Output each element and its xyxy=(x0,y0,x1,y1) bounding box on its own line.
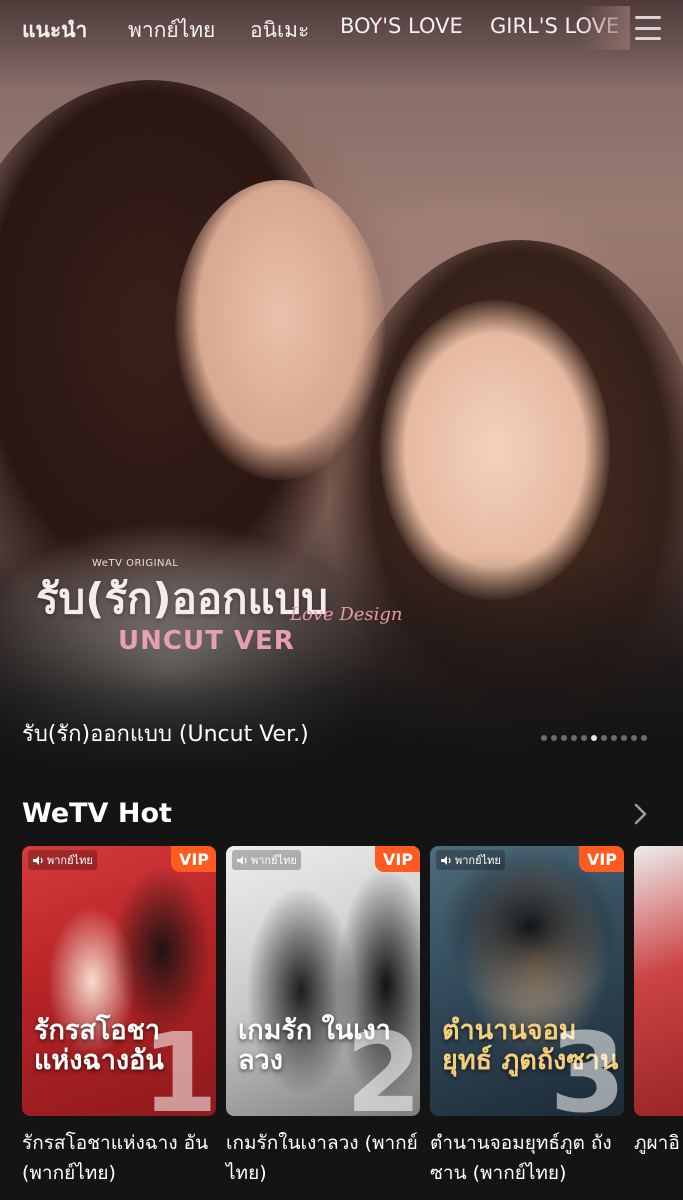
speaker-icon xyxy=(441,855,451,865)
hero-caption[interactable]: รับ(รัก)ออกแบบ (Uncut Ver.) xyxy=(22,716,309,751)
hero-banner[interactable]: WeTV ORIGINAL รับ(รัก)ออกแบบ Love Design… xyxy=(0,0,683,770)
section-title: WeTV Hot xyxy=(22,798,172,829)
nav-overflow-fade xyxy=(580,6,630,50)
speaker-icon xyxy=(237,855,247,865)
hero-art-face xyxy=(175,180,385,480)
nav-tab-recommended[interactable]: แนะนำ xyxy=(22,14,87,47)
content-card[interactable]: ภูผาอิ xyxy=(634,846,683,1158)
carousel-dot[interactable] xyxy=(591,735,597,741)
content-card[interactable]: พากย์ไทย VIP รักรสโอชา แห่งฉางอัน 1 รักร… xyxy=(22,846,216,1188)
carousel-dot[interactable] xyxy=(631,735,637,741)
rank-number: 1 xyxy=(141,1009,216,1116)
nav-tab-boys-love[interactable]: BOY'S LOVE xyxy=(340,14,463,38)
rank-number: 2 xyxy=(345,1009,420,1116)
card-title[interactable]: เกมรักในเงาลวง (พากย์ไทย) xyxy=(226,1128,420,1188)
hero-logo-script: Love Design xyxy=(290,604,403,625)
carousel-dot[interactable] xyxy=(641,735,647,741)
poster-image[interactable]: พากย์ไทย VIP เกมรัก ในเงาลวง 2 xyxy=(226,846,420,1116)
card-title[interactable]: ตำนานจอมยุทธ์ภูต ถังซาน (พากย์ไทย) xyxy=(430,1128,624,1188)
carousel-dot[interactable] xyxy=(621,735,627,741)
dub-label: พากย์ไทย xyxy=(251,854,297,867)
content-card[interactable]: พากย์ไทย VIP ตำนานจอมยุทธ์ ภูตถังซาน 3 ต… xyxy=(430,846,624,1188)
menu-icon[interactable] xyxy=(635,16,661,40)
carousel-dot[interactable] xyxy=(601,735,607,741)
content-card[interactable]: พากย์ไทย VIP เกมรัก ในเงาลวง 2 เกมรักในเ… xyxy=(226,846,420,1188)
thai-dub-badge: พากย์ไทย xyxy=(28,850,97,870)
rank-number: 3 xyxy=(549,1009,624,1116)
poster-image[interactable] xyxy=(634,846,683,1116)
carousel-dot[interactable] xyxy=(571,735,577,741)
nav-tab-anime[interactable]: อนิเมะ xyxy=(250,14,309,47)
top-navigation: แนะนำ พากย์ไทย อนิเมะ BOY'S LOVE GIRL'S … xyxy=(0,0,683,56)
thai-dub-badge: พากย์ไทย xyxy=(436,850,505,870)
nav-tab-thai-dub[interactable]: พากย์ไทย xyxy=(128,14,215,47)
card-title[interactable]: ภูผาอิ xyxy=(634,1128,683,1158)
vip-badge: VIP xyxy=(578,846,624,872)
carousel-dot[interactable] xyxy=(561,735,567,741)
hero-logo-title: รับ(รัก)ออกแบบ xyxy=(36,574,328,623)
dub-label: พากย์ไทย xyxy=(47,854,93,867)
card-title[interactable]: รักรสโอชาแห่งฉาง อัน (พากย์ไทย) xyxy=(22,1128,216,1188)
chevron-right-icon[interactable] xyxy=(628,800,652,828)
carousel-dot[interactable] xyxy=(581,735,587,741)
dub-label: พากย์ไทย xyxy=(455,854,501,867)
poster-image[interactable]: พากย์ไทย VIP ตำนานจอมยุทธ์ ภูตถังซาน 3 xyxy=(430,846,624,1116)
poster-image[interactable]: พากย์ไทย VIP รักรสโอชา แห่งฉางอัน 1 xyxy=(22,846,216,1116)
carousel-dot[interactable] xyxy=(551,735,557,741)
carousel-indicator xyxy=(541,735,647,741)
carousel-dot[interactable] xyxy=(541,735,547,741)
hero-logo-version: UNCUT VER xyxy=(118,626,295,656)
carousel-dot[interactable] xyxy=(611,735,617,741)
thai-dub-badge: พากย์ไทย xyxy=(232,850,301,870)
vip-badge: VIP xyxy=(170,846,216,872)
speaker-icon xyxy=(33,855,43,865)
vip-badge: VIP xyxy=(374,846,420,872)
